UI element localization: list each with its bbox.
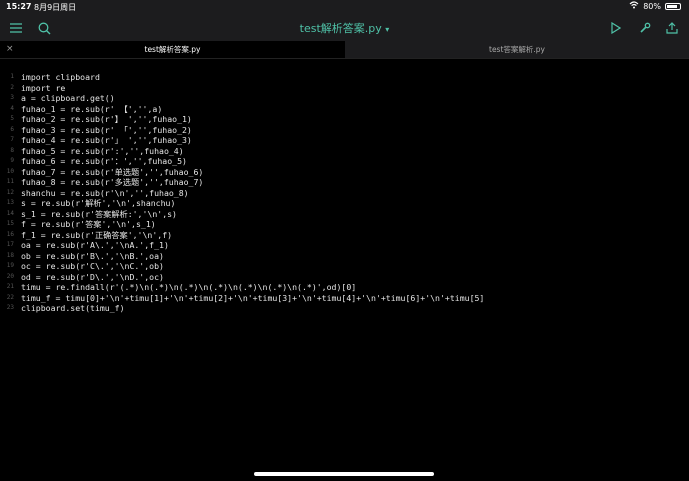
line-number: 12 bbox=[6, 188, 14, 196]
code-text: ob = re.sub(r'B\.','\nB.',oa) bbox=[21, 250, 164, 261]
status-right: 80% bbox=[629, 1, 681, 11]
line-number: 19 bbox=[6, 262, 14, 269]
line-number: 11 bbox=[6, 178, 14, 185]
line-number: 13 bbox=[6, 199, 14, 206]
code-text: fuhao_5 = re.sub(r':','',fuhao_4) bbox=[21, 145, 184, 156]
code-line[interactable]: 17 oa = re.sub(r'A\.','\nA.',f_1) bbox=[0, 240, 689, 251]
code-text: fuhao_8 = re.sub(r'多选题','',fuhao_7) bbox=[21, 177, 204, 187]
status-date: 8月9日周日 bbox=[34, 3, 77, 12]
code-text: a = clipboard.get() bbox=[21, 93, 115, 103]
status-time: 15:27 bbox=[6, 2, 32, 11]
code-text: f_1 = re.sub(r'正确答案','\n',f) bbox=[21, 229, 173, 240]
line-number: 8 bbox=[10, 146, 14, 154]
code-text: fuhao_3 = re.sub(r' 「','',fuhao_2) bbox=[21, 124, 192, 135]
code-line[interactable]: 2 import re bbox=[0, 83, 689, 94]
tab-label: test解析答案.py bbox=[144, 45, 201, 54]
line-number: 6 bbox=[10, 125, 14, 133]
line-number: 15 bbox=[6, 220, 14, 227]
code-line[interactable]: 20 od = re.sub(r'D\.','\nD.',oc) bbox=[0, 272, 689, 283]
code-line[interactable]: 23 clipboard.set(timu_f) bbox=[0, 303, 689, 314]
line-number: 23 bbox=[6, 304, 14, 311]
wrench-icon[interactable] bbox=[636, 19, 654, 37]
code-text: fuhao_2 = re.sub(r'】 ','',fuhao_1) bbox=[21, 114, 192, 124]
code-line[interactable]: 6 fuhao_3 = re.sub(r' 「','',fuhao_2) bbox=[0, 125, 689, 136]
code-line[interactable]: 14 s_1 = re.sub(r'答案解析:','\n',s) bbox=[0, 209, 689, 220]
code-line[interactable]: 15 f = re.sub(r'答案','\n',s_1) bbox=[0, 219, 689, 230]
code-line[interactable]: 9 fuhao_6 = re.sub(r'：','',fuhao_5) bbox=[0, 156, 689, 167]
tab-bar: × test解析答案.py test答案解析.py bbox=[0, 41, 689, 59]
toolbar: test解析答案.py ▾ bbox=[0, 14, 689, 41]
code-line[interactable]: 5 fuhao_2 = re.sub(r'】 ','',fuhao_1) bbox=[0, 114, 689, 125]
share-icon[interactable] bbox=[663, 19, 681, 37]
code-text: clipboard.set(timu_f) bbox=[21, 303, 125, 313]
tab-test-jiexi-daan[interactable]: × test解析答案.py bbox=[0, 41, 345, 58]
code-line[interactable]: 12 shanchu = re.sub(r'\n','',fuhao_8) bbox=[0, 188, 689, 199]
code-text: s_1 = re.sub(r'答案解析:','\n',s) bbox=[21, 208, 177, 219]
tab-test-daan-jiexi[interactable]: test答案解析.py bbox=[345, 41, 689, 58]
line-number: 14 bbox=[6, 209, 14, 217]
code-text: shanchu = re.sub(r'\n','',fuhao_8) bbox=[21, 187, 189, 198]
battery-percent: 80% bbox=[643, 1, 661, 11]
chevron-down-icon: ▾ bbox=[385, 25, 390, 34]
code-line[interactable]: 19 oc = re.sub(r'C\.','\nC.',ob) bbox=[0, 261, 689, 272]
line-number: 18 bbox=[6, 251, 14, 259]
code-text: fuhao_4 = re.sub(r'」 ','',fuhao_3) bbox=[21, 135, 192, 145]
code-line[interactable]: 21 timu = re.findall(r'(.*)\n(.*)\n(.*)\n… bbox=[0, 282, 689, 293]
code-text: import clipboard bbox=[21, 72, 100, 82]
line-number: 5 bbox=[10, 115, 14, 122]
code-text: s = re.sub(r'解析','\n',shanchu) bbox=[21, 198, 176, 208]
line-number: 2 bbox=[10, 83, 14, 91]
line-number: 3 bbox=[10, 94, 14, 101]
line-number: 7 bbox=[10, 136, 14, 143]
code-line[interactable]: 18 ob = re.sub(r'B\.','\nB.',oa) bbox=[0, 251, 689, 262]
code-text: fuhao_1 = re.sub(r' 【','',a) bbox=[21, 103, 163, 114]
code-text: oa = re.sub(r'A\.','\nA.',f_1) bbox=[21, 240, 169, 250]
line-number: 1 bbox=[10, 73, 14, 80]
line-number: 4 bbox=[10, 104, 14, 112]
code-text: od = re.sub(r'D\.','\nD.',oc) bbox=[21, 271, 164, 282]
code-line[interactable]: 13 s = re.sub(r'解析','\n',shanchu) bbox=[0, 198, 689, 209]
close-icon[interactable]: × bbox=[6, 44, 14, 54]
status-bar: 15:27 8月9日周日 80% bbox=[0, 0, 689, 14]
code-text: f = re.sub(r'答案','\n',s_1) bbox=[21, 219, 156, 229]
line-number: 20 bbox=[6, 272, 14, 280]
line-number: 17 bbox=[6, 241, 14, 248]
line-number: 10 bbox=[6, 167, 14, 175]
code-text: timu = re.findall(r'(.*)\n(.*)\n(.*)\n(.… bbox=[21, 282, 357, 292]
line-number: 16 bbox=[6, 230, 14, 238]
code-text: fuhao_6 = re.sub(r'：','',fuhao_5) bbox=[21, 156, 187, 166]
code-line[interactable]: 11 fuhao_8 = re.sub(r'多选题','',fuhao_7) bbox=[0, 177, 689, 188]
line-number: 22 bbox=[6, 293, 14, 301]
code-text: fuhao_7 = re.sub(r'单选题','',fuhao_6) bbox=[21, 166, 204, 177]
code-text: oc = re.sub(r'C\.','\nC.',ob) bbox=[21, 261, 164, 271]
run-icon[interactable] bbox=[607, 19, 625, 37]
code-text: timu_f = timu[0]+'\n'+timu[1]+'\n'+timu[… bbox=[21, 292, 485, 303]
code-line[interactable]: 16 f_1 = re.sub(r'正确答案','\n',f) bbox=[0, 230, 689, 241]
code-line[interactable]: 4 fuhao_1 = re.sub(r' 【','',a) bbox=[0, 104, 689, 115]
wifi-icon bbox=[629, 1, 639, 11]
line-number: 21 bbox=[6, 283, 14, 290]
battery-fill bbox=[667, 4, 677, 8]
line-number: 9 bbox=[10, 157, 14, 164]
code-line[interactable]: 8 fuhao_5 = re.sub(r':','',fuhao_4) bbox=[0, 146, 689, 157]
file-title-text: test解析答案.py bbox=[299, 22, 382, 35]
battery-icon bbox=[665, 2, 681, 10]
tab-label: test答案解析.py bbox=[489, 45, 545, 54]
code-editor[interactable]: 1 import clipboard 2 import re 3 a = clipboar… bbox=[0, 72, 689, 314]
code-line[interactable]: 22 timu_f = timu[0]+'\n'+timu[1]+'\n'+tim… bbox=[0, 293, 689, 304]
code-line[interactable]: 7 fuhao_4 = re.sub(r'」 ','',fuhao_3) bbox=[0, 135, 689, 146]
code-line[interactable]: 10 fuhao_7 = re.sub(r'单选题','',fuhao_6) bbox=[0, 167, 689, 178]
file-title[interactable]: test解析答案.py ▾ bbox=[0, 20, 689, 36]
code-line[interactable]: 1 import clipboard bbox=[0, 72, 689, 83]
home-indicator[interactable] bbox=[254, 472, 434, 476]
code-line[interactable]: 3 a = clipboard.get() bbox=[0, 93, 689, 104]
code-text: import re bbox=[21, 82, 66, 93]
